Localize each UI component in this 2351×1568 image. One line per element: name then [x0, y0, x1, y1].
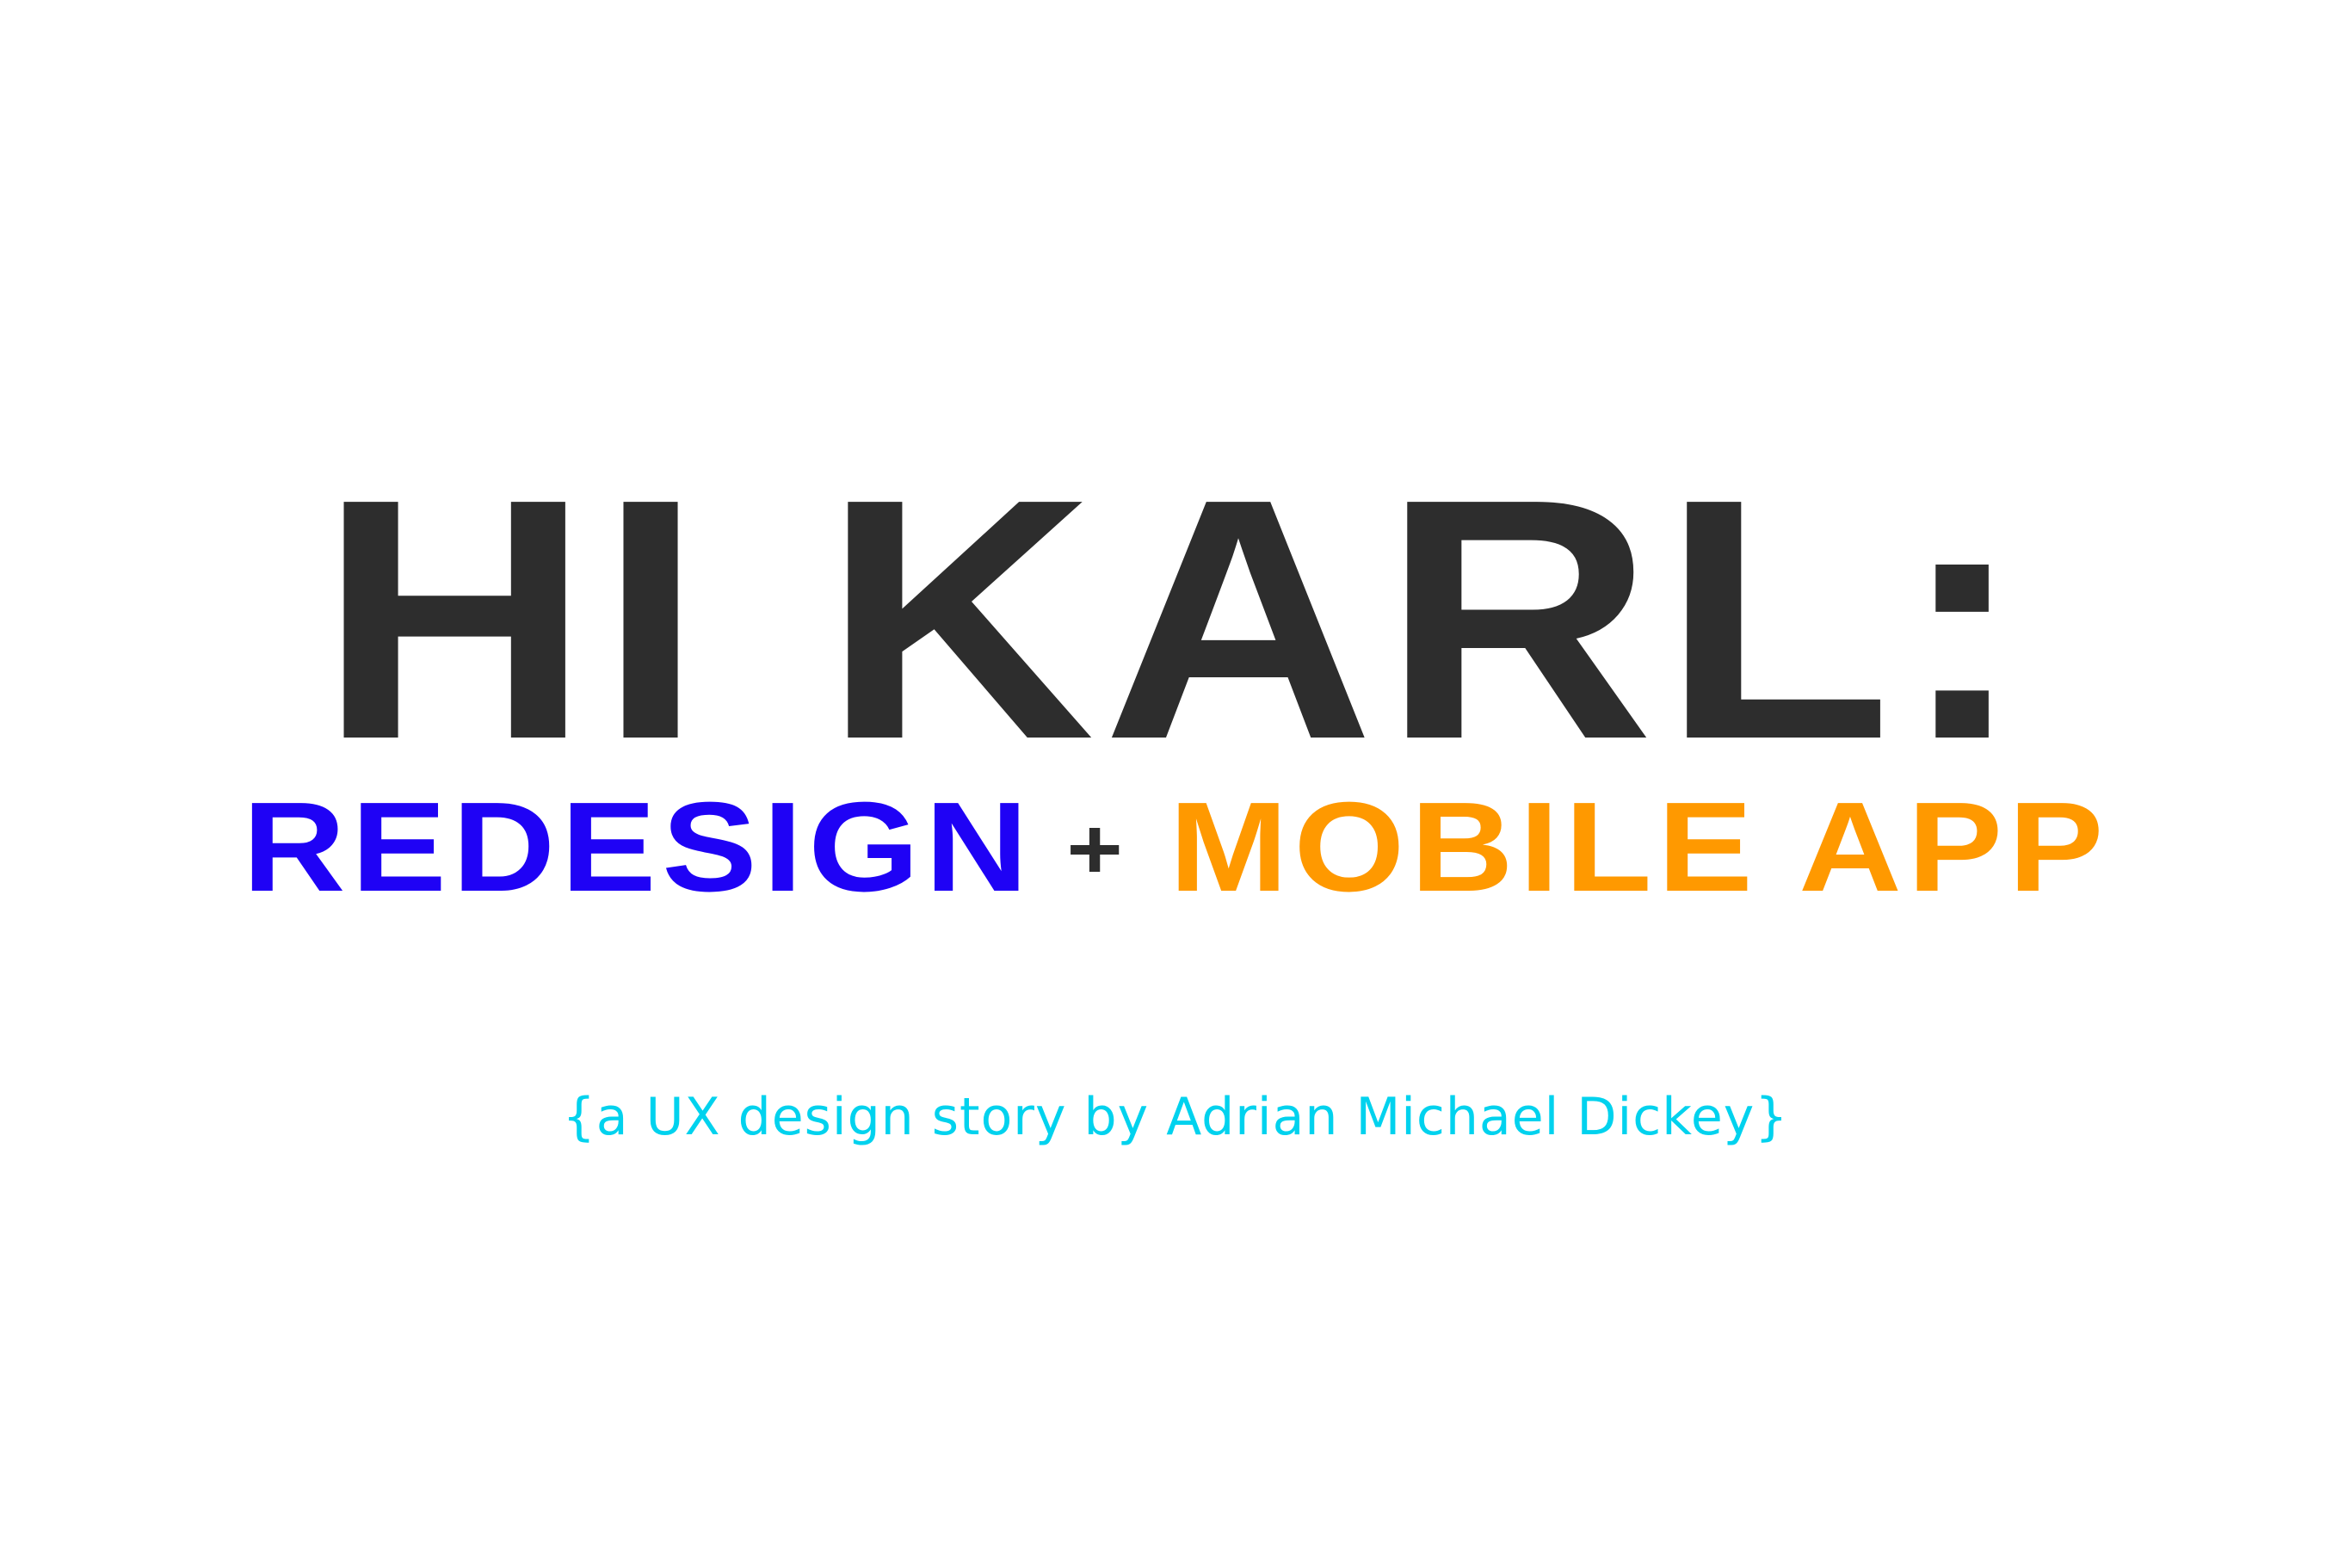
subtitle-redesign: REDESIGN	[242, 776, 1034, 918]
subtitle: REDESIGN + MOBILE APP	[0, 783, 2351, 914]
hero-title: HI KARL:	[318, 429, 2033, 811]
subtitle-plus-separator: +	[1065, 801, 1129, 898]
title-slide: HI KARL: REDESIGN + MOBILE APP {a UX desig…	[0, 0, 2351, 1568]
title-block: HI KARL:	[0, 429, 2351, 811]
subtitle-mobile-app: MOBILE APP	[1169, 776, 2109, 918]
tagline: {a UX design story by Adrian Michael Dic…	[562, 1087, 1789, 1147]
subtitle-line: REDESIGN + MOBILE APP	[242, 783, 2108, 914]
